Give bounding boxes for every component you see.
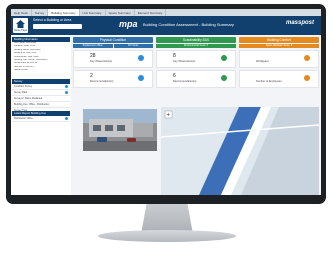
brand-logo: masspost xyxy=(286,20,315,26)
building-select-title: Select a Building or Area xyxy=(33,18,72,22)
card-count: 28 xyxy=(90,53,96,59)
card-label: Recommendation(s) xyxy=(90,80,114,83)
browser-tab[interactable]: Element Summary xyxy=(135,9,167,16)
browser-tab[interactable]: Unit Summary xyxy=(80,9,106,16)
sub-label: FCI Score xyxy=(113,44,153,48)
browser-tab[interactable]: Help Desk xyxy=(11,9,32,16)
sidebar: Building Information Site Name: Worceste… xyxy=(11,35,71,195)
survey-row-label: Survey Date xyxy=(14,91,28,94)
sustainability-column: Sustainability BAS Environmental Score: … xyxy=(156,37,236,88)
card-label: Key Observation(s) xyxy=(173,60,196,63)
column-header[interactable]: Sustainability BAS xyxy=(156,37,236,43)
app-logo: mpa xyxy=(119,19,138,29)
column-header[interactable]: Building Comfort xyxy=(239,37,319,43)
card-count: 2 xyxy=(90,73,93,79)
column-sub-row: Space Utilization Score: 5 xyxy=(239,44,319,48)
browser-tab-bar: Help Desk Survey Building Summary Unit S… xyxy=(11,9,321,16)
survey-row-label: Surveyor: Name Redacted xyxy=(14,97,43,100)
building-selector[interactable] xyxy=(33,24,82,29)
status-badge-icon xyxy=(221,55,227,61)
observation-card[interactable]: 28 Key Observation(s) xyxy=(73,50,153,68)
app-screen: Help Desk Survey Building Summary Unit S… xyxy=(11,9,321,195)
workspace-card[interactable]: Workspace xyxy=(239,50,319,68)
building-info-panel: Building Information Site Name: Worceste… xyxy=(12,37,70,73)
card-label: Key Observation(s) xyxy=(90,60,113,63)
browser-tab[interactable]: Space Summary xyxy=(106,9,135,16)
column-header[interactable]: Physical Condition xyxy=(73,37,153,43)
status-badge-icon xyxy=(221,75,227,81)
site-map[interactable]: + xyxy=(161,107,319,195)
card-count: 8 xyxy=(173,53,176,59)
info-icon xyxy=(65,117,68,120)
home-icon xyxy=(16,20,25,28)
monitor-bezel: Help Desk Survey Building Summary Unit S… xyxy=(6,4,326,204)
info-icon xyxy=(65,91,68,94)
browser-tab[interactable]: Survey xyxy=(32,9,49,16)
status-badge-icon xyxy=(138,75,144,81)
report-row-label: Distribution Office xyxy=(14,117,33,120)
latest-report-panel: Latest Report Building Use Distribution … xyxy=(12,111,70,122)
info-icon xyxy=(65,85,68,88)
info-row: Status: Active xyxy=(14,69,28,72)
monitor-base xyxy=(98,230,236,242)
survey-panel: Survey Condition Survey Survey Date Surv… xyxy=(12,79,70,114)
home-button[interactable]: Home Page xyxy=(13,18,28,33)
home-label: Home Page xyxy=(13,29,28,32)
browser-tab-active[interactable]: Building Summary xyxy=(48,9,80,16)
status-badge-icon xyxy=(138,55,144,61)
employees-card[interactable]: Number of Employees xyxy=(239,70,319,88)
building-comfort-column: Building Comfort Space Utilization Score… xyxy=(239,37,319,88)
column-sub-row: Replacement Value FCI Score xyxy=(73,44,153,48)
physical-condition-column: Physical Condition Replacement Value FCI… xyxy=(73,37,153,88)
recommendation-card[interactable]: 2 Recommendation(s) xyxy=(73,70,153,88)
status-badge-icon xyxy=(304,75,310,81)
observation-card[interactable]: 8 Key Observation(s) xyxy=(156,50,236,68)
card-label: Number of Employees xyxy=(256,80,282,83)
survey-row-label: Building Use: Office - Distribution xyxy=(14,103,50,106)
card-label: Workspace xyxy=(256,60,269,63)
survey-row-label: Condition Survey xyxy=(14,85,33,88)
building-photo xyxy=(83,109,157,151)
report-row[interactable]: Distribution Office xyxy=(12,116,70,122)
status-badge-icon xyxy=(304,55,310,61)
monitor-stand xyxy=(141,204,193,232)
svg-text:+: + xyxy=(167,113,171,119)
card-count: 6 xyxy=(173,73,176,79)
card-label: Recommendation(s) xyxy=(173,80,197,83)
app-header: Home Page Select a Building or Area mpa … xyxy=(11,16,321,35)
column-sub-row: Environmental Score: 3 xyxy=(156,44,236,48)
recommendation-card[interactable]: 6 Recommendation(s) xyxy=(156,70,236,88)
sub-label: Replacement Value xyxy=(73,44,113,48)
page-title: Building Condition Assessment - Building… xyxy=(143,22,234,27)
